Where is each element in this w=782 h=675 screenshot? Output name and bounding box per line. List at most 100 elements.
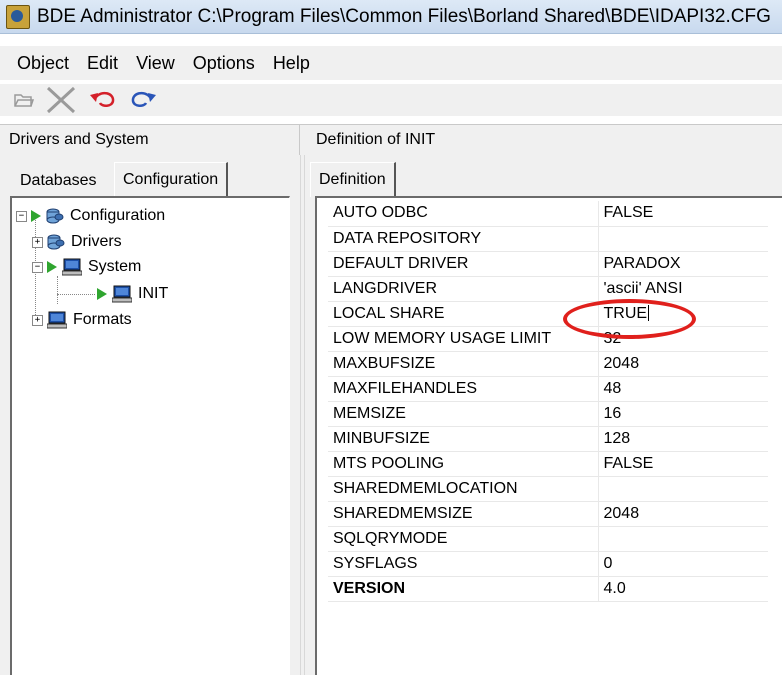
tab-databases[interactable]: Databases (12, 167, 105, 195)
param-value[interactable]: 128 (598, 426, 768, 452)
collapse-icon[interactable]: − (16, 210, 27, 222)
table-row[interactable]: DEFAULT DRIVER PARADOX (328, 251, 768, 277)
param-name: LOCAL SHARE (328, 301, 599, 327)
param-value[interactable] (598, 476, 768, 502)
tree-label-formats: Formats (73, 311, 132, 328)
database-icon (47, 234, 65, 250)
title-bar: BDE Administrator C:\Program Files\Commo… (0, 0, 782, 34)
param-value[interactable]: 32 (598, 326, 768, 352)
table-row[interactable]: SYSFLAGS 0 (328, 551, 768, 577)
toolbar (0, 84, 782, 116)
collapse-icon[interactable]: − (32, 261, 43, 273)
param-name: SHAREDMEMLOCATION (328, 476, 599, 502)
tree-node-formats[interactable]: + Formats (32, 309, 132, 331)
param-value-text: 32 (603, 329, 622, 347)
param-value[interactable]: 2048 (598, 501, 768, 527)
delete-icon[interactable] (44, 86, 78, 114)
tree-node-drivers[interactable]: + Drivers (32, 231, 122, 253)
tree-node-configuration[interactable]: − Configuration (16, 205, 165, 227)
param-name: AUTO ODBC (328, 201, 599, 227)
param-value-text: 'ascii' ANSI (603, 279, 683, 297)
table-row[interactable]: AUTO ODBC FALSE (328, 201, 768, 227)
param-name: MEMSIZE (328, 401, 599, 427)
param-value[interactable]: 0 (598, 551, 768, 577)
text-cursor (648, 305, 650, 322)
param-value[interactable]: 48 (598, 376, 768, 402)
database-icon (46, 208, 64, 224)
param-name: LANGDRIVER (328, 276, 599, 302)
computer-icon (47, 311, 67, 329)
computer-icon (112, 285, 132, 303)
param-name: SHAREDMEMSIZE (328, 501, 599, 527)
active-arrow-icon (47, 261, 57, 273)
redo-icon[interactable] (128, 91, 158, 109)
param-value-text: PARADOX (603, 254, 681, 272)
param-value[interactable]: PARADOX (598, 251, 768, 277)
menu-view[interactable]: View (127, 53, 184, 74)
menu-help[interactable]: Help (264, 53, 319, 74)
tree-label-init: INIT (138, 285, 169, 302)
table-row[interactable]: MAXFILEHANDLES 48 (328, 376, 768, 402)
param-name: MAXBUFSIZE (328, 351, 599, 377)
window-title: BDE Administrator C:\Program Files\Commo… (37, 5, 771, 27)
param-value[interactable]: 2048 (598, 351, 768, 377)
table-row[interactable]: MEMSIZE 16 (328, 401, 768, 427)
tab-configuration[interactable]: Configuration (114, 162, 229, 197)
definition-pane: Definition AUTO ODBC FALSE DATA REPOSITORY… (305, 155, 782, 675)
open-folder-icon[interactable] (14, 91, 34, 109)
tree-node-system[interactable]: − System (32, 256, 141, 278)
menu-options[interactable]: Options (184, 53, 264, 74)
tree-label-drivers: Drivers (71, 233, 122, 250)
computer-icon (62, 258, 82, 276)
configuration-tree: − Configuration + Drivers − System INIT … (10, 196, 290, 675)
menu-object[interactable]: Object (0, 53, 78, 74)
param-value-text: 2048 (603, 504, 640, 522)
param-value-text: 4.0 (603, 579, 626, 597)
tab-definition[interactable]: Definition (310, 162, 396, 197)
definition-grid: AUTO ODBC FALSE DATA REPOSITORY DEFAULT DRI… (315, 196, 782, 675)
param-value[interactable]: 4.0 (598, 576, 768, 602)
table-row[interactable]: LOW MEMORY USAGE LIMIT 32 (328, 326, 768, 352)
tree-label-configuration: Configuration (70, 207, 166, 224)
table-row[interactable]: SHAREDMEMLOCATION (328, 476, 768, 502)
bde-app-icon (6, 4, 30, 29)
table-row[interactable]: LOCAL SHARE TRUE (328, 301, 768, 327)
table-row[interactable]: SHAREDMEMSIZE 2048 (328, 501, 768, 527)
param-value-text: 0 (603, 554, 613, 572)
expand-icon[interactable]: + (32, 236, 43, 248)
table-row[interactable]: MAXBUFSIZE 2048 (328, 351, 768, 377)
param-name: SQLQRYMODE (328, 526, 599, 552)
undo-icon[interactable] (88, 91, 118, 109)
param-name: VERSION (328, 576, 599, 602)
param-value-text: FALSE (603, 204, 654, 222)
param-value-text: 16 (603, 404, 622, 422)
param-value-text: 48 (603, 379, 622, 397)
param-value-text: TRUE (603, 304, 648, 322)
definition-table: AUTO ODBC FALSE DATA REPOSITORY DEFAULT DRI… (328, 201, 768, 602)
param-value[interactable]: 16 (598, 401, 768, 427)
expand-icon[interactable]: + (32, 314, 43, 326)
param-value-text: 128 (603, 429, 631, 447)
menu-edit[interactable]: Edit (78, 53, 127, 74)
active-arrow-icon (31, 210, 41, 222)
param-name: MINBUFSIZE (328, 426, 599, 452)
param-value[interactable]: FALSE (598, 451, 768, 477)
param-value[interactable] (598, 226, 768, 252)
panel-headers: Drivers and System Definition of INIT (0, 124, 782, 156)
right-panel-header: Definition of INIT (316, 131, 436, 148)
table-row[interactable]: DATA REPOSITORY (328, 226, 768, 252)
table-row[interactable]: MINBUFSIZE 128 (328, 426, 768, 452)
table-row[interactable]: LANGDRIVER'ascii' ANSI (328, 276, 768, 302)
param-name: SYSFLAGS (328, 551, 599, 577)
param-value[interactable]: TRUE (598, 301, 768, 327)
param-value-text: FALSE (603, 454, 654, 472)
param-name: LOW MEMORY USAGE LIMIT (328, 326, 599, 352)
table-row[interactable]: MTS POOLING FALSE (328, 451, 768, 477)
param-value[interactable] (598, 526, 768, 552)
table-row[interactable]: SQLQRYMODE (328, 526, 768, 552)
param-name: MAXFILEHANDLES (328, 376, 599, 402)
tree-node-init[interactable]: INIT (97, 283, 168, 305)
param-value[interactable]: 'ascii' ANSI (598, 276, 768, 302)
table-row[interactable]: VERSION 4.0 (328, 576, 768, 602)
param-value[interactable]: FALSE (598, 201, 768, 227)
